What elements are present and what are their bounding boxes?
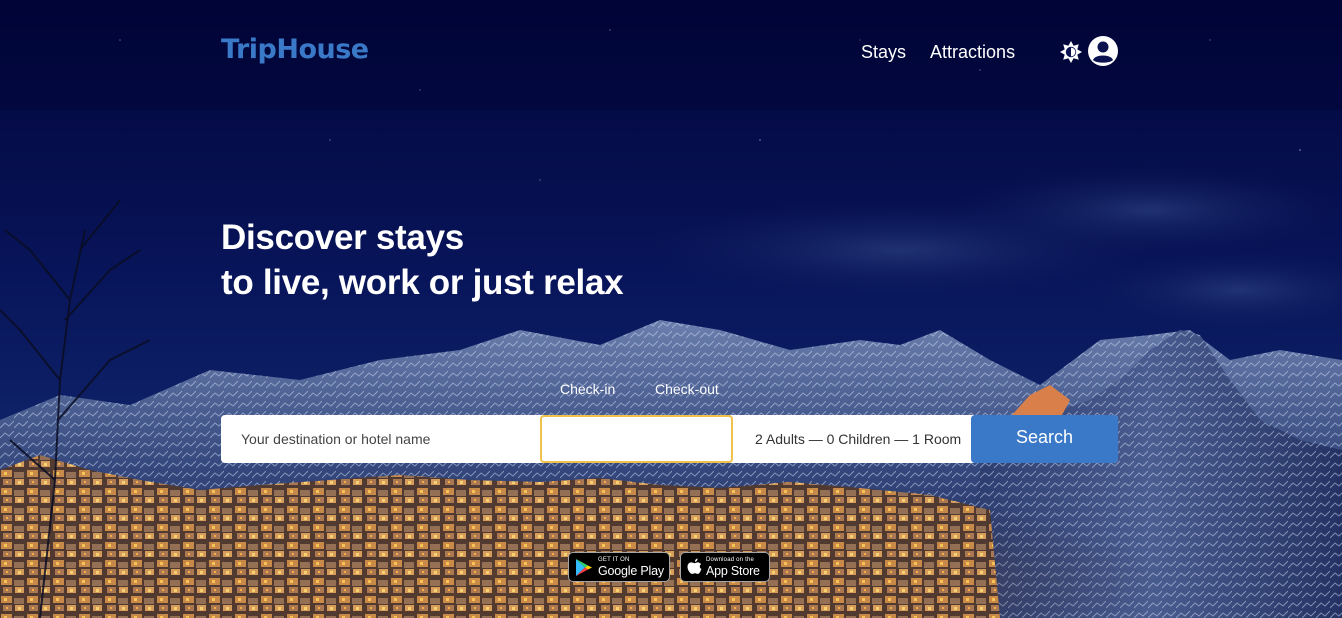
search-bar: 2 Adults — 0 Children — 1 Room Search [221, 415, 1118, 463]
site-logo[interactable]: TripHouse [221, 33, 369, 67]
headline-line-1: Discover stays [221, 218, 464, 257]
google-badge-big-text: Google Play [598, 564, 664, 578]
account-circle-icon[interactable] [1087, 35, 1119, 67]
google-play-badge[interactable]: GET IT ON Google Play [568, 552, 670, 582]
destination-input[interactable] [221, 415, 540, 463]
checkout-label: Check-out [655, 381, 719, 397]
google-play-icon [575, 558, 593, 582]
main-nav: Stays Attractions [860, 40, 1016, 64]
apple-badge-big-text: App Store [706, 564, 760, 578]
hero-background [0, 0, 1342, 618]
brightness-icon[interactable] [1059, 40, 1083, 64]
date-range-input[interactable] [540, 415, 733, 463]
hero-headline: Discover stays to live, work or just rel… [221, 215, 624, 305]
app-store-badge[interactable]: Download on the App Store [680, 552, 770, 582]
nav-item-stays[interactable]: Stays [860, 40, 907, 64]
headline-line-2: to live, work or just relax [221, 263, 624, 302]
nav-item-attractions[interactable]: Attractions [929, 40, 1016, 64]
guests-selector[interactable]: 2 Adults — 0 Children — 1 Room [755, 415, 961, 463]
apple-icon [687, 558, 702, 581]
google-badge-small-text: GET IT ON [598, 557, 630, 563]
checkin-label: Check-in [560, 381, 616, 397]
search-button[interactable]: Search [971, 415, 1118, 463]
apple-badge-small-text: Download on the [706, 557, 755, 563]
